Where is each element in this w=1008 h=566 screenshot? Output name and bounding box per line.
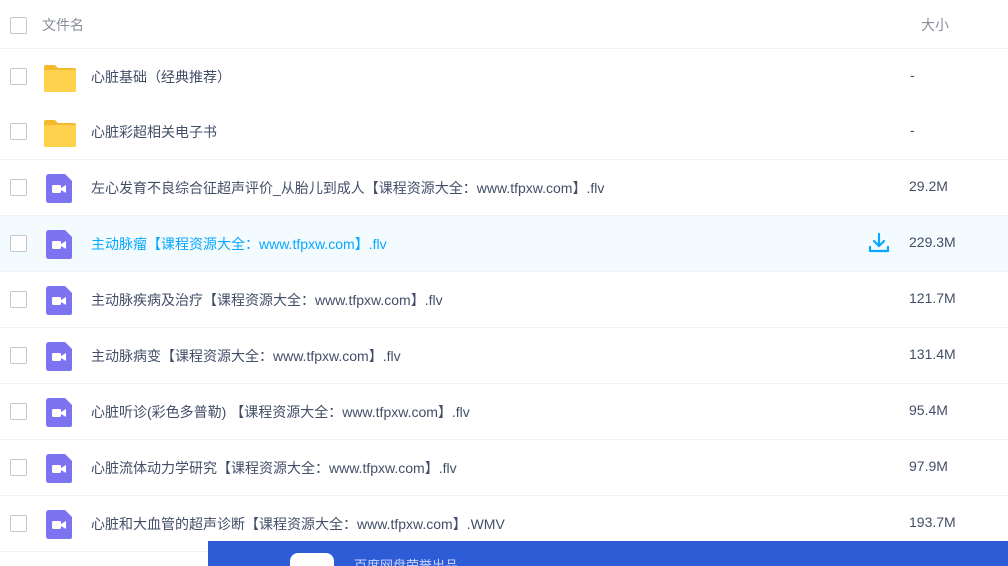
video-file-icon <box>46 454 72 483</box>
download-icon[interactable] <box>868 232 890 254</box>
file-row[interactable]: 心脏基础（经典推荐） - <box>0 49 1008 105</box>
file-size: 121.7M <box>909 290 956 306</box>
file-name[interactable]: 心脏彩超相关电子书 <box>91 122 217 142</box>
file-name[interactable]: 心脏流体动力学研究【课程资源大全：www.tfpxw.com】.flv <box>91 458 457 478</box>
file-name[interactable]: 主动脉病变【课程资源大全：www.tfpxw.com】.flv <box>91 346 401 366</box>
row-checkbox[interactable] <box>10 403 27 420</box>
file-row[interactable]: 左心发育不良综合征超声评价_从胎儿到成人【课程资源大全：www.tfpxw.co… <box>0 160 1008 216</box>
video-file-icon <box>46 342 72 371</box>
file-name[interactable]: 心脏基础（经典推荐） <box>91 67 231 87</box>
file-row[interactable]: 主动脉瘤【课程资源大全：www.tfpxw.com】.flv 229.3M <box>0 216 1008 272</box>
file-size: - <box>910 67 915 83</box>
file-size: 95.4M <box>909 402 948 418</box>
file-name[interactable]: 心脏听诊(彩色多普勒) 【课程资源大全：www.tfpxw.com】.flv <box>91 402 470 422</box>
row-checkbox[interactable] <box>10 123 27 140</box>
row-checkbox[interactable] <box>10 459 27 476</box>
file-row[interactable]: 主动脉疾病及治疗【课程资源大全：www.tfpxw.com】.flv 121.7… <box>0 272 1008 328</box>
video-file-icon <box>46 174 72 203</box>
row-checkbox[interactable] <box>10 515 27 532</box>
file-row[interactable]: 心脏听诊(彩色多普勒) 【课程资源大全：www.tfpxw.com】.flv 9… <box>0 384 1008 440</box>
file-size: 29.2M <box>909 178 948 194</box>
file-name[interactable]: 心脏和大血管的超声诊断【课程资源大全：www.tfpxw.com】.WMV <box>91 514 505 534</box>
select-all-checkbox[interactable] <box>10 17 27 34</box>
file-row[interactable]: 主动脉病变【课程资源大全：www.tfpxw.com】.flv 131.4M <box>0 328 1008 384</box>
video-file-icon <box>46 510 72 539</box>
video-file-icon <box>46 286 72 315</box>
file-size: 131.4M <box>909 346 956 362</box>
file-name[interactable]: 主动脉瘤【课程资源大全：www.tfpxw.com】.flv <box>91 234 387 254</box>
file-size: 229.3M <box>909 234 956 250</box>
file-size: 97.9M <box>909 458 948 474</box>
file-row[interactable]: 心脏彩超相关电子书 - <box>0 104 1008 160</box>
promo-banner[interactable]: 百度网盘荣誉出品 <box>208 541 1008 566</box>
file-list-header: 文件名 大小 <box>0 0 1008 49</box>
banner-text: 百度网盘荣誉出品 <box>354 558 459 566</box>
file-name[interactable]: 主动脉疾病及治疗【课程资源大全：www.tfpxw.com】.flv <box>91 290 443 310</box>
row-checkbox[interactable] <box>10 347 27 364</box>
row-checkbox[interactable] <box>10 179 27 196</box>
file-size: 193.7M <box>909 514 956 530</box>
video-file-icon <box>46 398 72 427</box>
file-row[interactable]: 心脏流体动力学研究【课程资源大全：www.tfpxw.com】.flv 97.9… <box>0 440 1008 496</box>
file-size: - <box>910 122 915 138</box>
column-header-size[interactable]: 大小 <box>921 15 949 35</box>
row-checkbox[interactable] <box>10 291 27 308</box>
row-checkbox[interactable] <box>10 235 27 252</box>
file-name[interactable]: 左心发育不良综合征超声评价_从胎儿到成人【课程资源大全：www.tfpxw.co… <box>91 178 604 198</box>
row-checkbox[interactable] <box>10 68 27 85</box>
app-logo-icon <box>290 553 334 566</box>
folder-icon <box>44 65 76 92</box>
video-file-icon <box>46 230 72 259</box>
folder-icon <box>44 120 76 147</box>
column-header-name[interactable]: 文件名 <box>42 15 84 35</box>
